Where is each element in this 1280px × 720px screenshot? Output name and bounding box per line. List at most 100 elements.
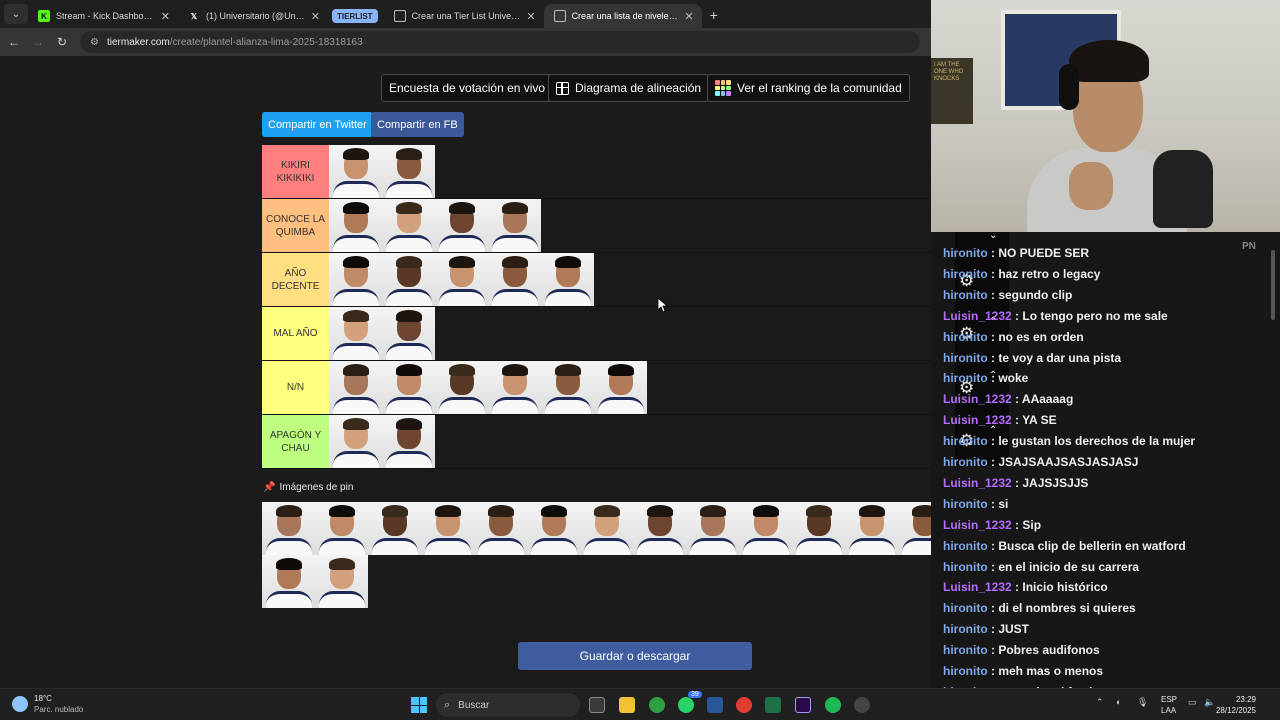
player-card[interactable] bbox=[594, 361, 647, 414]
player-card[interactable] bbox=[382, 415, 435, 468]
file-explorer-icon[interactable] bbox=[619, 697, 635, 713]
tier-label[interactable]: AÑO DECENTE bbox=[262, 253, 329, 306]
tab-group-label[interactable]: TIERLIST bbox=[332, 9, 378, 23]
player-card[interactable] bbox=[898, 502, 931, 555]
tab-twitter[interactable]: 𝕏 (1) Universitario (@Universitario ✕ bbox=[178, 4, 328, 28]
player-card[interactable] bbox=[315, 502, 368, 555]
player-card[interactable] bbox=[262, 555, 315, 608]
tier-label[interactable]: KIKIRI KIKIKIKI bbox=[262, 145, 329, 198]
player-card[interactable] bbox=[541, 361, 594, 414]
obs-icon[interactable] bbox=[854, 697, 870, 713]
community-ranking-button[interactable]: Ver el ranking de la comunidad bbox=[707, 74, 910, 102]
player-card[interactable] bbox=[739, 502, 792, 555]
close-icon[interactable]: ✕ bbox=[311, 10, 320, 23]
player-card[interactable] bbox=[329, 199, 382, 252]
player-card[interactable] bbox=[541, 253, 594, 306]
chat-username[interactable]: hironito bbox=[943, 288, 988, 302]
player-card[interactable] bbox=[382, 307, 435, 360]
share-facebook-button[interactable]: Compartir en FB bbox=[371, 112, 464, 137]
player-card[interactable] bbox=[329, 145, 382, 198]
tier-label[interactable]: N/N bbox=[262, 361, 329, 414]
chat-username[interactable]: hironito bbox=[943, 434, 988, 448]
chat-username[interactable]: Luisin_1232 bbox=[943, 518, 1012, 532]
player-card[interactable] bbox=[435, 253, 488, 306]
lineup-diagram-button[interactable]: Diagrama de alineación bbox=[548, 74, 710, 102]
share-twitter-button[interactable]: Compartir en Twitter bbox=[262, 112, 373, 137]
player-card[interactable] bbox=[435, 199, 488, 252]
chat-username[interactable]: hironito bbox=[943, 497, 988, 511]
player-card[interactable] bbox=[382, 145, 435, 198]
player-card[interactable] bbox=[435, 361, 488, 414]
chat-username[interactable]: hironito bbox=[943, 330, 988, 344]
chat-username[interactable]: hironito bbox=[943, 246, 988, 260]
forward-icon[interactable]: → bbox=[26, 35, 50, 49]
tray-chevron-icon[interactable]: ⌃ bbox=[1096, 697, 1104, 708]
player-card[interactable] bbox=[488, 253, 541, 306]
chat-username[interactable]: Luisin_1232 bbox=[943, 309, 1012, 323]
chat-username[interactable]: hironito bbox=[943, 351, 988, 365]
reload-icon[interactable]: ↻ bbox=[50, 35, 74, 49]
taskbar-search-input[interactable]: ⌕ Buscar bbox=[436, 693, 580, 717]
chat-username[interactable]: hironito bbox=[943, 664, 988, 678]
chat-username[interactable]: hironito bbox=[943, 601, 988, 615]
url-input[interactable]: ⚙ tiermaker.com/create/plantel-alianza-l… bbox=[80, 31, 920, 53]
back-icon[interactable]: ← bbox=[2, 35, 26, 49]
player-card[interactable] bbox=[329, 415, 382, 468]
chat-username[interactable]: hironito bbox=[943, 622, 988, 636]
tab-tiermaker-universitario[interactable]: Crear una Tier List Universitario ✕ bbox=[384, 4, 544, 28]
player-card[interactable] bbox=[329, 307, 382, 360]
chat-username[interactable]: hironito bbox=[943, 455, 988, 469]
tray-app-icon[interactable]: ◐ bbox=[1116, 697, 1121, 707]
chevron-down-icon[interactable]: ⌄ bbox=[989, 232, 997, 241]
language-indicator[interactable]: ESP LAA bbox=[1161, 694, 1177, 716]
chrome-icon[interactable] bbox=[649, 697, 665, 713]
player-card[interactable] bbox=[527, 502, 580, 555]
app-icon[interactable] bbox=[736, 697, 752, 713]
microphone-icon[interactable]: 🎙 bbox=[1137, 697, 1148, 708]
clock[interactable]: 23:29 28/12/2025 bbox=[1206, 694, 1256, 716]
whatsapp-icon[interactable] bbox=[678, 697, 694, 713]
close-icon[interactable]: ✕ bbox=[161, 10, 170, 23]
player-card[interactable] bbox=[488, 199, 541, 252]
tier-label[interactable]: CONOCE LA QUIMBA bbox=[262, 199, 329, 252]
save-download-button[interactable]: Guardar o descargar bbox=[518, 642, 752, 670]
player-card[interactable] bbox=[580, 502, 633, 555]
new-tab-icon[interactable]: + bbox=[710, 7, 718, 23]
network-icon[interactable]: ▭ bbox=[1188, 697, 1197, 708]
player-card[interactable] bbox=[329, 361, 382, 414]
chat-username[interactable]: Luisin_1232 bbox=[943, 580, 1012, 594]
player-card[interactable] bbox=[421, 502, 474, 555]
tier-label[interactable]: MAL AÑO bbox=[262, 307, 329, 360]
player-card[interactable] bbox=[488, 361, 541, 414]
spotify-icon[interactable] bbox=[825, 697, 841, 713]
tier-label[interactable]: APAGÓN Y CHAU bbox=[262, 415, 329, 468]
chat-username[interactable]: hironito bbox=[943, 371, 988, 385]
tab-kick-dashboard[interactable]: K Stream - Kick Dashboard ✕ bbox=[28, 4, 178, 28]
chat-scrollbar[interactable] bbox=[1271, 250, 1275, 320]
excel-icon[interactable] bbox=[765, 697, 781, 713]
chat-username[interactable]: hironito bbox=[943, 539, 988, 553]
player-card[interactable] bbox=[474, 502, 527, 555]
player-card[interactable] bbox=[382, 253, 435, 306]
player-card[interactable] bbox=[686, 502, 739, 555]
chat-username[interactable]: Luisin_1232 bbox=[943, 413, 1012, 427]
player-card[interactable] bbox=[845, 502, 898, 555]
task-view-icon[interactable] bbox=[589, 697, 605, 713]
chat-username[interactable]: hironito bbox=[943, 560, 988, 574]
player-card[interactable] bbox=[368, 502, 421, 555]
player-card[interactable] bbox=[382, 361, 435, 414]
player-card[interactable] bbox=[329, 253, 382, 306]
tab-search-button[interactable]: ⌄ bbox=[4, 4, 28, 24]
premiere-icon[interactable] bbox=[795, 697, 811, 713]
player-card[interactable] bbox=[633, 502, 686, 555]
player-card[interactable] bbox=[792, 502, 845, 555]
chat-username[interactable]: Luisin_1232 bbox=[943, 476, 1012, 490]
player-card[interactable] bbox=[315, 555, 368, 608]
weather-widget[interactable]: 18°C Parc. nublado bbox=[12, 693, 83, 715]
chat-username[interactable]: Luisin_1232 bbox=[943, 392, 1012, 406]
word-icon[interactable] bbox=[707, 697, 723, 713]
chat-username[interactable]: hironito bbox=[943, 267, 988, 281]
close-icon[interactable]: ✕ bbox=[684, 10, 693, 23]
live-poll-button[interactable]: Encuesta de votación en vivo bbox=[381, 74, 554, 102]
chat-username[interactable]: hironito bbox=[943, 643, 988, 657]
